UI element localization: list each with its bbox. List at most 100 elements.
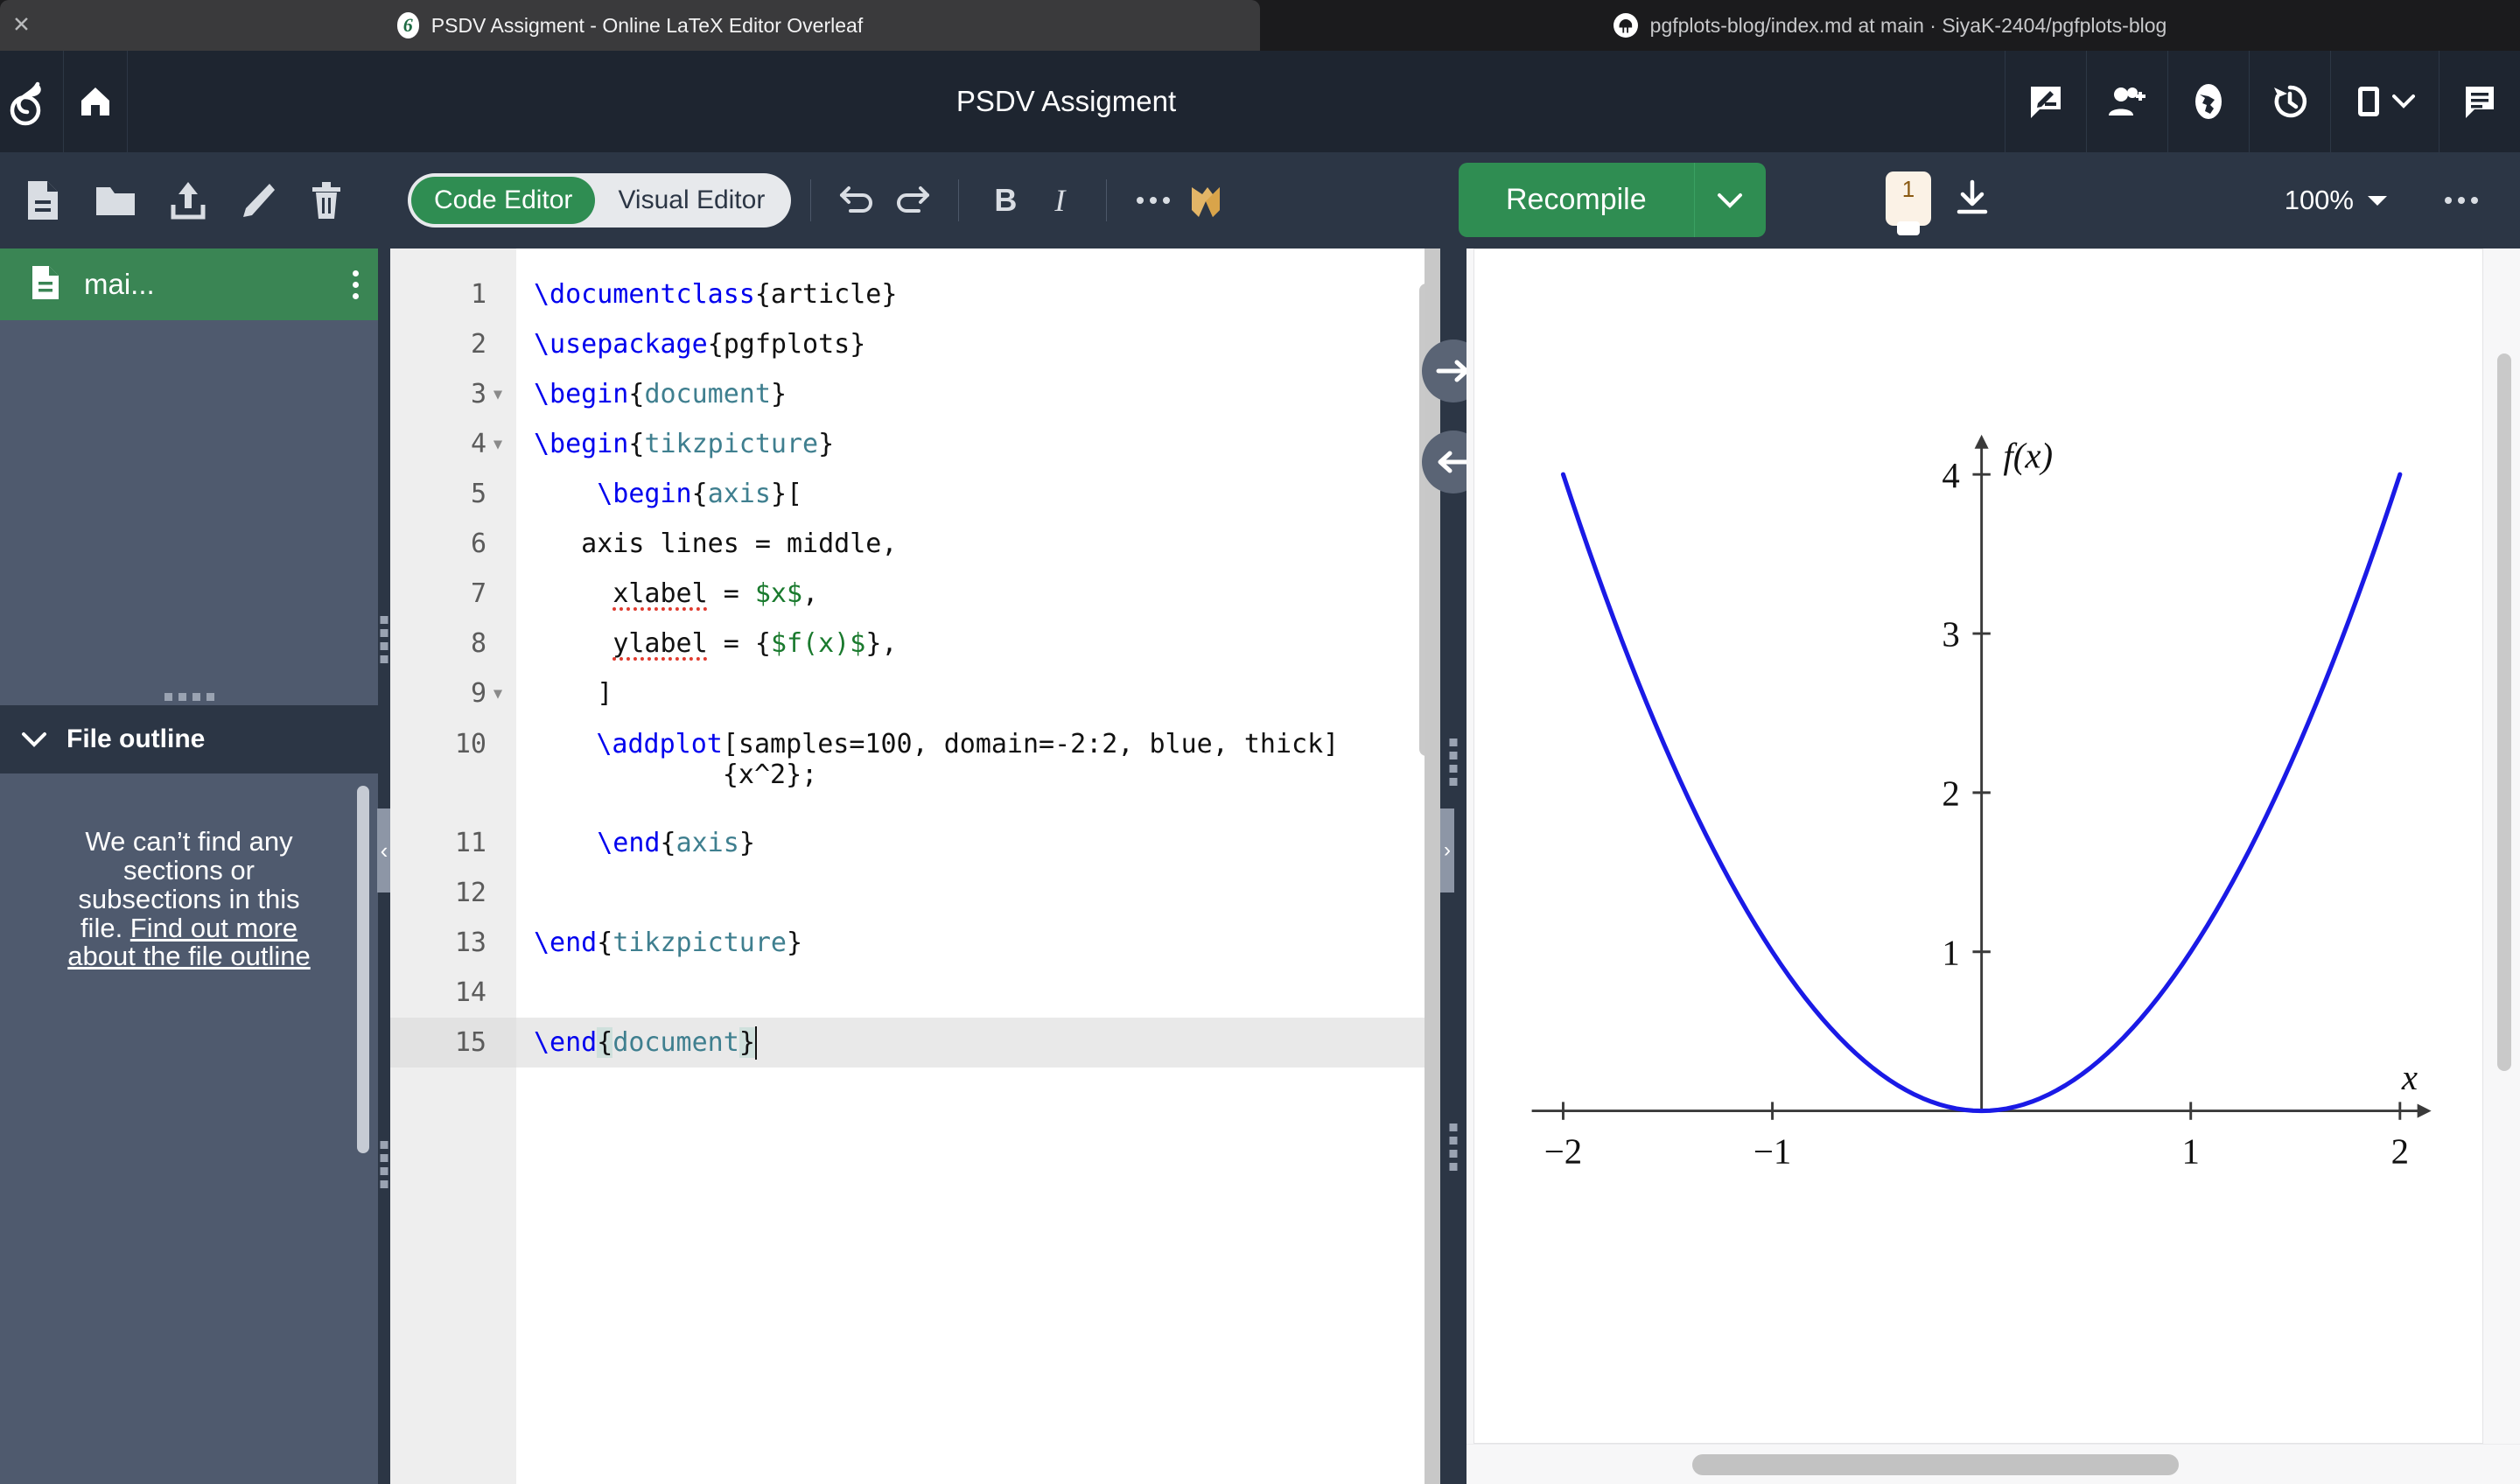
- code-token: ,: [802, 578, 819, 609]
- code-line[interactable]: \usepackage {pgfplots}: [516, 319, 1440, 369]
- preview-splitter[interactable]: ›: [1422, 248, 1485, 1484]
- bold-button[interactable]: B: [978, 173, 1032, 228]
- layout-button[interactable]: [2330, 51, 2439, 152]
- history-button[interactable]: [2249, 51, 2330, 152]
- file-tree-empty-area: [0, 320, 378, 688]
- zoom-level-value: 100%: [2284, 185, 2354, 215]
- submit-button[interactable]: [2167, 51, 2249, 152]
- chat-button[interactable]: [2439, 51, 2520, 152]
- code-line[interactable]: ]: [516, 668, 1440, 718]
- caret-down-icon: [2368, 196, 2387, 206]
- share-users-icon: [2109, 88, 2146, 116]
- new-folder-icon[interactable]: [94, 182, 136, 219]
- delete-trash-icon[interactable]: [310, 180, 343, 220]
- code-line[interactable]: \addplot [samples=100, domain=-2:2, blue,…: [516, 718, 1440, 818]
- file-outline-title: File outline: [66, 724, 206, 753]
- overleaf-logo-icon: [10, 81, 41, 126]
- code-token: },: [865, 628, 898, 659]
- code-line[interactable]: \begin{tikzpicture}: [516, 419, 1440, 469]
- code-token: $f(x)$: [770, 628, 866, 659]
- recompile-button[interactable]: Recompile: [1459, 163, 1694, 237]
- toolbar-more-button[interactable]: [1126, 173, 1180, 228]
- more-dots-icon: [1137, 197, 1171, 204]
- code-line[interactable]: xlabel = $x$,: [516, 569, 1440, 619]
- fold-arrow-icon[interactable]: ▼: [492, 436, 504, 453]
- download-pdf-button[interactable]: [1953, 178, 1992, 225]
- redo-button[interactable]: [885, 173, 939, 228]
- code-token: \begin: [534, 429, 629, 459]
- code-line[interactable]: \end{axis}: [516, 818, 1440, 868]
- pdf-vertical-scrollbar[interactable]: [2497, 354, 2511, 1071]
- new-file-icon[interactable]: [24, 179, 61, 221]
- chevron-down-icon: [22, 732, 46, 747]
- code-token: axis: [707, 479, 771, 509]
- fold-arrow-icon[interactable]: ▼: [492, 685, 504, 703]
- code-token: {pgfplots}: [707, 329, 866, 360]
- collapse-sidebar-button[interactable]: ‹: [377, 808, 391, 892]
- upload-icon[interactable]: [170, 180, 206, 220]
- code-token: {: [660, 828, 676, 858]
- x-axis-tick-label: 2: [2391, 1131, 2409, 1171]
- tab-code-editor[interactable]: Code Editor: [411, 177, 596, 224]
- file-outline-header[interactable]: File outline: [0, 705, 378, 774]
- line-number: 3 ▼: [470, 379, 504, 410]
- undo-button[interactable]: [830, 173, 885, 228]
- code-editor-panel[interactable]: 1 2 3 ▼ 4 ▼ 5 6 7 8 9 ▼ 10 11 12 13 14 15 \documentclass{…: [390, 248, 1440, 1484]
- y-axis-tick-label: 1: [1942, 933, 1959, 972]
- preview-more-button[interactable]: [2445, 197, 2478, 204]
- code-line[interactable]: [516, 868, 1440, 918]
- italic-button[interactable]: I: [1032, 173, 1087, 228]
- home-button[interactable]: [64, 51, 128, 152]
- home-icon: [81, 88, 109, 116]
- file-tree-resize-handle[interactable]: [0, 688, 378, 705]
- browser-tab-github[interactable]: pgfplots-blog/index.md at main · SiyaK-2…: [1260, 0, 2520, 51]
- warning-count-badge[interactable]: 1: [1886, 172, 1931, 226]
- rename-pencil-icon[interactable]: [240, 180, 276, 220]
- tab-visual-editor[interactable]: Visual Editor: [595, 177, 788, 224]
- code-line[interactable]: [516, 968, 1440, 1018]
- code-line[interactable]: ylabel = {$f(x)$},: [516, 619, 1440, 668]
- zoom-level-control[interactable]: 100%: [2285, 185, 2389, 216]
- code-line[interactable]: \end{tikzpicture}: [516, 918, 1440, 968]
- y-axis-label: f(x): [2003, 437, 2053, 476]
- browser-tab-strip: ✕ 6 PSDV Assigment - Online LaTeX Editor…: [0, 0, 2520, 51]
- recompile-options-button[interactable]: [1693, 163, 1766, 237]
- code-line[interactable]: axis lines = middle,: [516, 519, 1440, 569]
- pgfplots-chart: −2 −1 1 2 1 2 3 4 x f(x): [1531, 434, 2432, 1171]
- x-axis-tick-label: −2: [1544, 1131, 1582, 1171]
- browser-tab-overleaf[interactable]: ✕ 6 PSDV Assigment - Online LaTeX Editor…: [0, 0, 1260, 51]
- review-button[interactable]: [2005, 51, 2086, 152]
- code-line[interactable]: \begin{document}: [516, 369, 1440, 419]
- browser-tab-title: PSDV Assigment - Online LaTeX Editor Ove…: [430, 13, 864, 37]
- recompile-group: Recompile: [1459, 163, 1766, 237]
- file-outline-scrollbar[interactable]: [357, 786, 369, 1153]
- code-line[interactable]: \documentclass {article}: [516, 270, 1440, 319]
- share-button[interactable]: [2086, 51, 2167, 152]
- code-token: document: [644, 379, 771, 410]
- review-icon: [2031, 87, 2061, 118]
- splitter-grip-icon: [380, 1141, 388, 1188]
- file-icon: [30, 264, 61, 305]
- writefull-button[interactable]: [1180, 173, 1235, 228]
- sidebar-splitter[interactable]: ‹: [377, 248, 391, 1484]
- overleaf-logo[interactable]: [0, 51, 64, 152]
- close-icon[interactable]: ✕: [12, 14, 31, 37]
- sidebar-item-main-tex[interactable]: mai...: [0, 248, 378, 320]
- code-token: \documentclass: [534, 279, 755, 310]
- code-line[interactable]: \begin{axis}[: [516, 469, 1440, 519]
- redo-icon: [897, 186, 930, 213]
- code-token: {article}: [754, 279, 898, 310]
- pdf-horizontal-scrollbar[interactable]: [1692, 1454, 2179, 1475]
- pdf-preview-panel[interactable]: −2 −1 1 2 1 2 3 4 x f(x): [1466, 248, 2520, 1484]
- code-token: \addplot: [596, 729, 723, 760]
- code-line[interactable]: \end{document}: [516, 1018, 1440, 1068]
- collapse-editor-button[interactable]: ›: [1440, 808, 1454, 892]
- file-options-button[interactable]: [353, 270, 359, 299]
- code-text-area[interactable]: \documentclass {article} \usepackage {pgfpl…: [516, 248, 1440, 1484]
- splitter-grip-icon: [1449, 738, 1458, 786]
- fold-arrow-icon[interactable]: ▼: [492, 386, 504, 403]
- toolbar-divider: [810, 179, 812, 221]
